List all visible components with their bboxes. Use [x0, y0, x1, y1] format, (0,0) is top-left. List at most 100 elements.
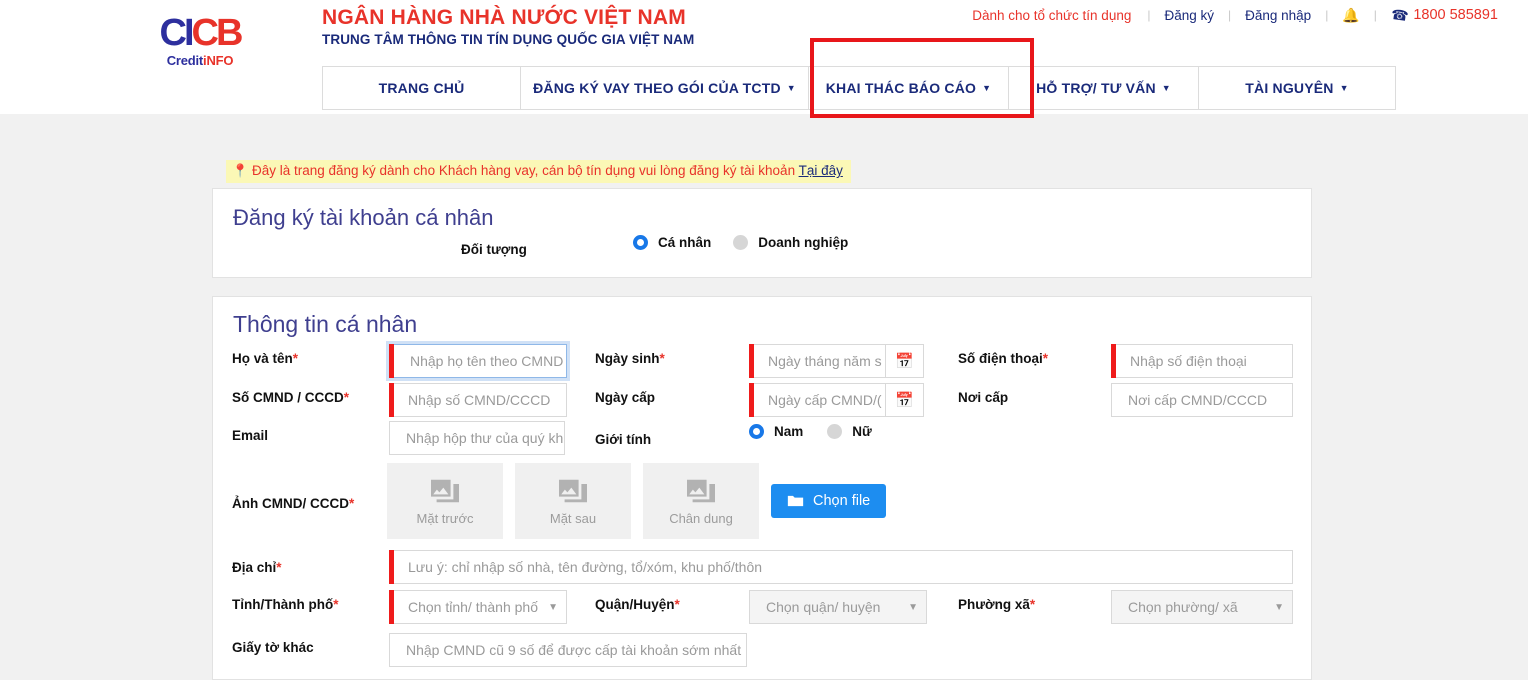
phone-icon: ☎	[1389, 5, 1410, 24]
email-input[interactable]: Nhập hộp thư của quý kh	[389, 421, 565, 455]
label-phone: Số điện thoại*	[958, 351, 1049, 366]
nav-label: ĐĂNG KÝ VAY THEO GÓI CỦA TCTD	[533, 80, 781, 96]
field-issueplace: Nơi cấp CMND/CCCD	[1111, 383, 1293, 417]
fullname-input[interactable]: Nhập họ tên theo CMND	[389, 344, 567, 378]
label-email: Email	[232, 428, 269, 443]
nav-item-trang-chu[interactable]: TRANG CHỦ	[323, 67, 521, 109]
radio-label-ca-nhan[interactable]: Cá nhân	[658, 235, 711, 250]
label-district: Quận/Huyện*	[595, 597, 680, 612]
gender-radio-group: Nam Nữ	[749, 424, 872, 439]
image-placeholder-icon	[687, 479, 715, 502]
required-marker	[389, 344, 394, 378]
label-ward: Phường xã*	[958, 597, 1036, 612]
required-marker	[389, 383, 394, 417]
logo-subtext: CreditiNFO	[166, 53, 234, 68]
field-idnumber: Nhập số CMND/CCCD	[389, 383, 567, 417]
required-marker	[749, 344, 754, 378]
bell-icon[interactable]: 🔔	[1328, 7, 1373, 24]
field-district: Chọn quận/ huyện ▼	[749, 590, 927, 624]
nav-item-dang-ky-vay[interactable]: ĐĂNG KÝ VAY THEO GÓI CỦA TCTD ▼	[521, 67, 809, 109]
idphoto-upload-group: Mặt trước Mặt sau Chân dung Chọn file	[387, 463, 887, 539]
image-placeholder-icon	[431, 479, 459, 502]
organization-titles: NGÂN HÀNG NHÀ NƯỚC VIỆT NAM TRUNG TÂM TH…	[322, 4, 694, 47]
label-issuedate: Ngày cấp	[595, 390, 656, 405]
field-fullname: Nhập họ tên theo CMND	[389, 344, 567, 378]
field-otherdocs: Nhập CMND cũ 9 số để được cấp tài khoản …	[389, 633, 747, 667]
field-issuedate: Ngày cấp CMND/( 📅	[749, 383, 924, 417]
chevron-down-icon: ▼	[548, 601, 558, 613]
idphoto-label-back: Mặt sau	[549, 510, 597, 526]
top-link-login[interactable]: Đăng nhập	[1231, 8, 1325, 23]
otherdocs-input[interactable]: Nhập CMND cũ 9 số để được cấp tài khoản …	[389, 633, 747, 667]
radio-nam[interactable]	[749, 424, 764, 439]
organization-name: NGÂN HÀNG NHÀ NƯỚC VIỆT NAM	[322, 6, 686, 29]
issueplace-input[interactable]: Nơi cấp CMND/CCCD	[1111, 383, 1293, 417]
required-marker	[389, 550, 394, 584]
idnumber-input[interactable]: Nhập số CMND/CCCD	[389, 383, 567, 417]
top-link-credit-institutions[interactable]: Dành cho tổ chức tín dụng	[958, 8, 1147, 23]
folder-icon	[787, 495, 804, 507]
address-input[interactable]: Lưu ý: chỉ nhập số nhà, tên đường, tổ/xó…	[389, 550, 1293, 584]
calendar-icon-issuedate[interactable]: 📅	[886, 383, 924, 417]
radio-doanh-nghiep[interactable]	[733, 235, 749, 250]
nav-label: TRANG CHỦ	[378, 80, 465, 96]
nav-item-khai-thac-bao-cao[interactable]: KHAI THÁC BÁO CÁO ▼	[809, 67, 1009, 109]
site-logo[interactable]: CICB CreditiNFO	[140, 14, 260, 68]
district-select[interactable]: Chọn quận/ huyện ▼	[749, 590, 927, 624]
field-email: Nhập hộp thư của quý kh	[389, 421, 565, 455]
idphoto-box-front[interactable]: Mặt trước	[387, 463, 503, 539]
idphoto-label-front: Mặt trước	[416, 510, 474, 526]
personal-info-panel: Thông tin cá nhân Họ và tên* Nhập họ tên…	[212, 296, 1312, 680]
section-title-personal-info: Thông tin cá nhân	[233, 311, 418, 337]
subject-radio-group: Cá nhân Doanh nghiệp	[633, 235, 848, 250]
radio-label-nam[interactable]: Nam	[774, 424, 803, 439]
chevron-down-icon: ▼	[1161, 83, 1171, 93]
notice-banner: 📍 Đây là trang đăng ký dành cho Khách hà…	[226, 160, 851, 183]
radio-ca-nhan[interactable]	[633, 235, 648, 250]
nav-label: TÀI NGUYÊN	[1245, 80, 1334, 96]
idphoto-box-back[interactable]: Mặt sau	[515, 463, 631, 539]
issuedate-input[interactable]: Ngày cấp CMND/(	[749, 383, 886, 417]
choose-file-label: Chọn file	[813, 493, 871, 509]
top-link-register[interactable]: Đăng ký	[1150, 8, 1228, 23]
required-marker	[389, 590, 394, 624]
field-ward: Chọn phường/ xã ▼	[1111, 590, 1293, 624]
chevron-down-icon: ▼	[908, 601, 918, 613]
province-select[interactable]: Chọn tỉnh/ thành phố ▼	[389, 590, 567, 624]
notice-link[interactable]: Tại đây	[799, 163, 843, 178]
chevron-down-icon: ▼	[786, 83, 796, 93]
field-phone: Nhập số điện thoại	[1111, 344, 1293, 378]
field-birthdate: Ngày tháng năm s 📅	[749, 344, 924, 378]
label-birthdate: Ngày sinh*	[595, 351, 665, 366]
birthdate-input[interactable]: Ngày tháng năm s	[749, 344, 886, 378]
field-address: Lưu ý: chỉ nhập số nhà, tên đường, tổ/xó…	[389, 550, 1293, 584]
field-province: Chọn tỉnh/ thành phố ▼	[389, 590, 567, 624]
label-gender: Giới tính	[595, 432, 652, 447]
chevron-down-icon: ▼	[982, 83, 992, 93]
subject-label: Đối tượng	[461, 242, 527, 257]
nav-label: KHAI THÁC BÁO CÁO	[825, 80, 977, 96]
site-header: Dành cho tổ chức tín dụng | Đăng ký | Đă…	[0, 0, 1528, 114]
calendar-icon-birthdate[interactable]: 📅	[886, 344, 924, 378]
radio-label-nu[interactable]: Nữ	[852, 424, 872, 439]
top-utility-bar: Dành cho tổ chức tín dụng | Đăng ký | Đă…	[958, 0, 1528, 30]
radio-nu[interactable]	[827, 424, 843, 439]
phone-input[interactable]: Nhập số điện thoại	[1111, 344, 1293, 378]
main-navigation: TRANG CHỦ ĐĂNG KÝ VAY THEO GÓI CỦA TCTD …	[322, 66, 1396, 110]
nav-item-ho-tro-tu-van[interactable]: HỖ TRỢ/ TƯ VẤN ▼	[1009, 67, 1199, 109]
chevron-down-icon: ▼	[1339, 83, 1349, 93]
label-otherdocs: Giấy tờ khác	[232, 640, 314, 655]
organization-subtitle: TRUNG TÂM THÔNG TIN TÍN DỤNG QUỐC GIA VI…	[322, 32, 695, 48]
choose-file-button[interactable]: Chọn file	[771, 484, 887, 518]
hotline[interactable]: ☎ 1800 585891	[1377, 5, 1498, 24]
radio-label-doanh-nghiep[interactable]: Doanh nghiệp	[758, 235, 848, 250]
idphoto-box-portrait[interactable]: Chân dung	[643, 463, 759, 539]
label-idphoto: Ảnh CMND/ CCCD*	[232, 496, 355, 511]
chevron-down-icon: ▼	[1274, 601, 1284, 613]
label-idnumber: Số CMND / CCCD*	[232, 390, 350, 405]
ward-select[interactable]: Chọn phường/ xã ▼	[1111, 590, 1293, 624]
nav-item-tai-nguyen[interactable]: TÀI NGUYÊN ▼	[1199, 67, 1395, 109]
label-province: Tỉnh/Thành phố*	[232, 597, 339, 612]
hotline-number: 1800 585891	[1413, 7, 1498, 23]
idphoto-label-portrait: Chân dung	[669, 510, 733, 526]
